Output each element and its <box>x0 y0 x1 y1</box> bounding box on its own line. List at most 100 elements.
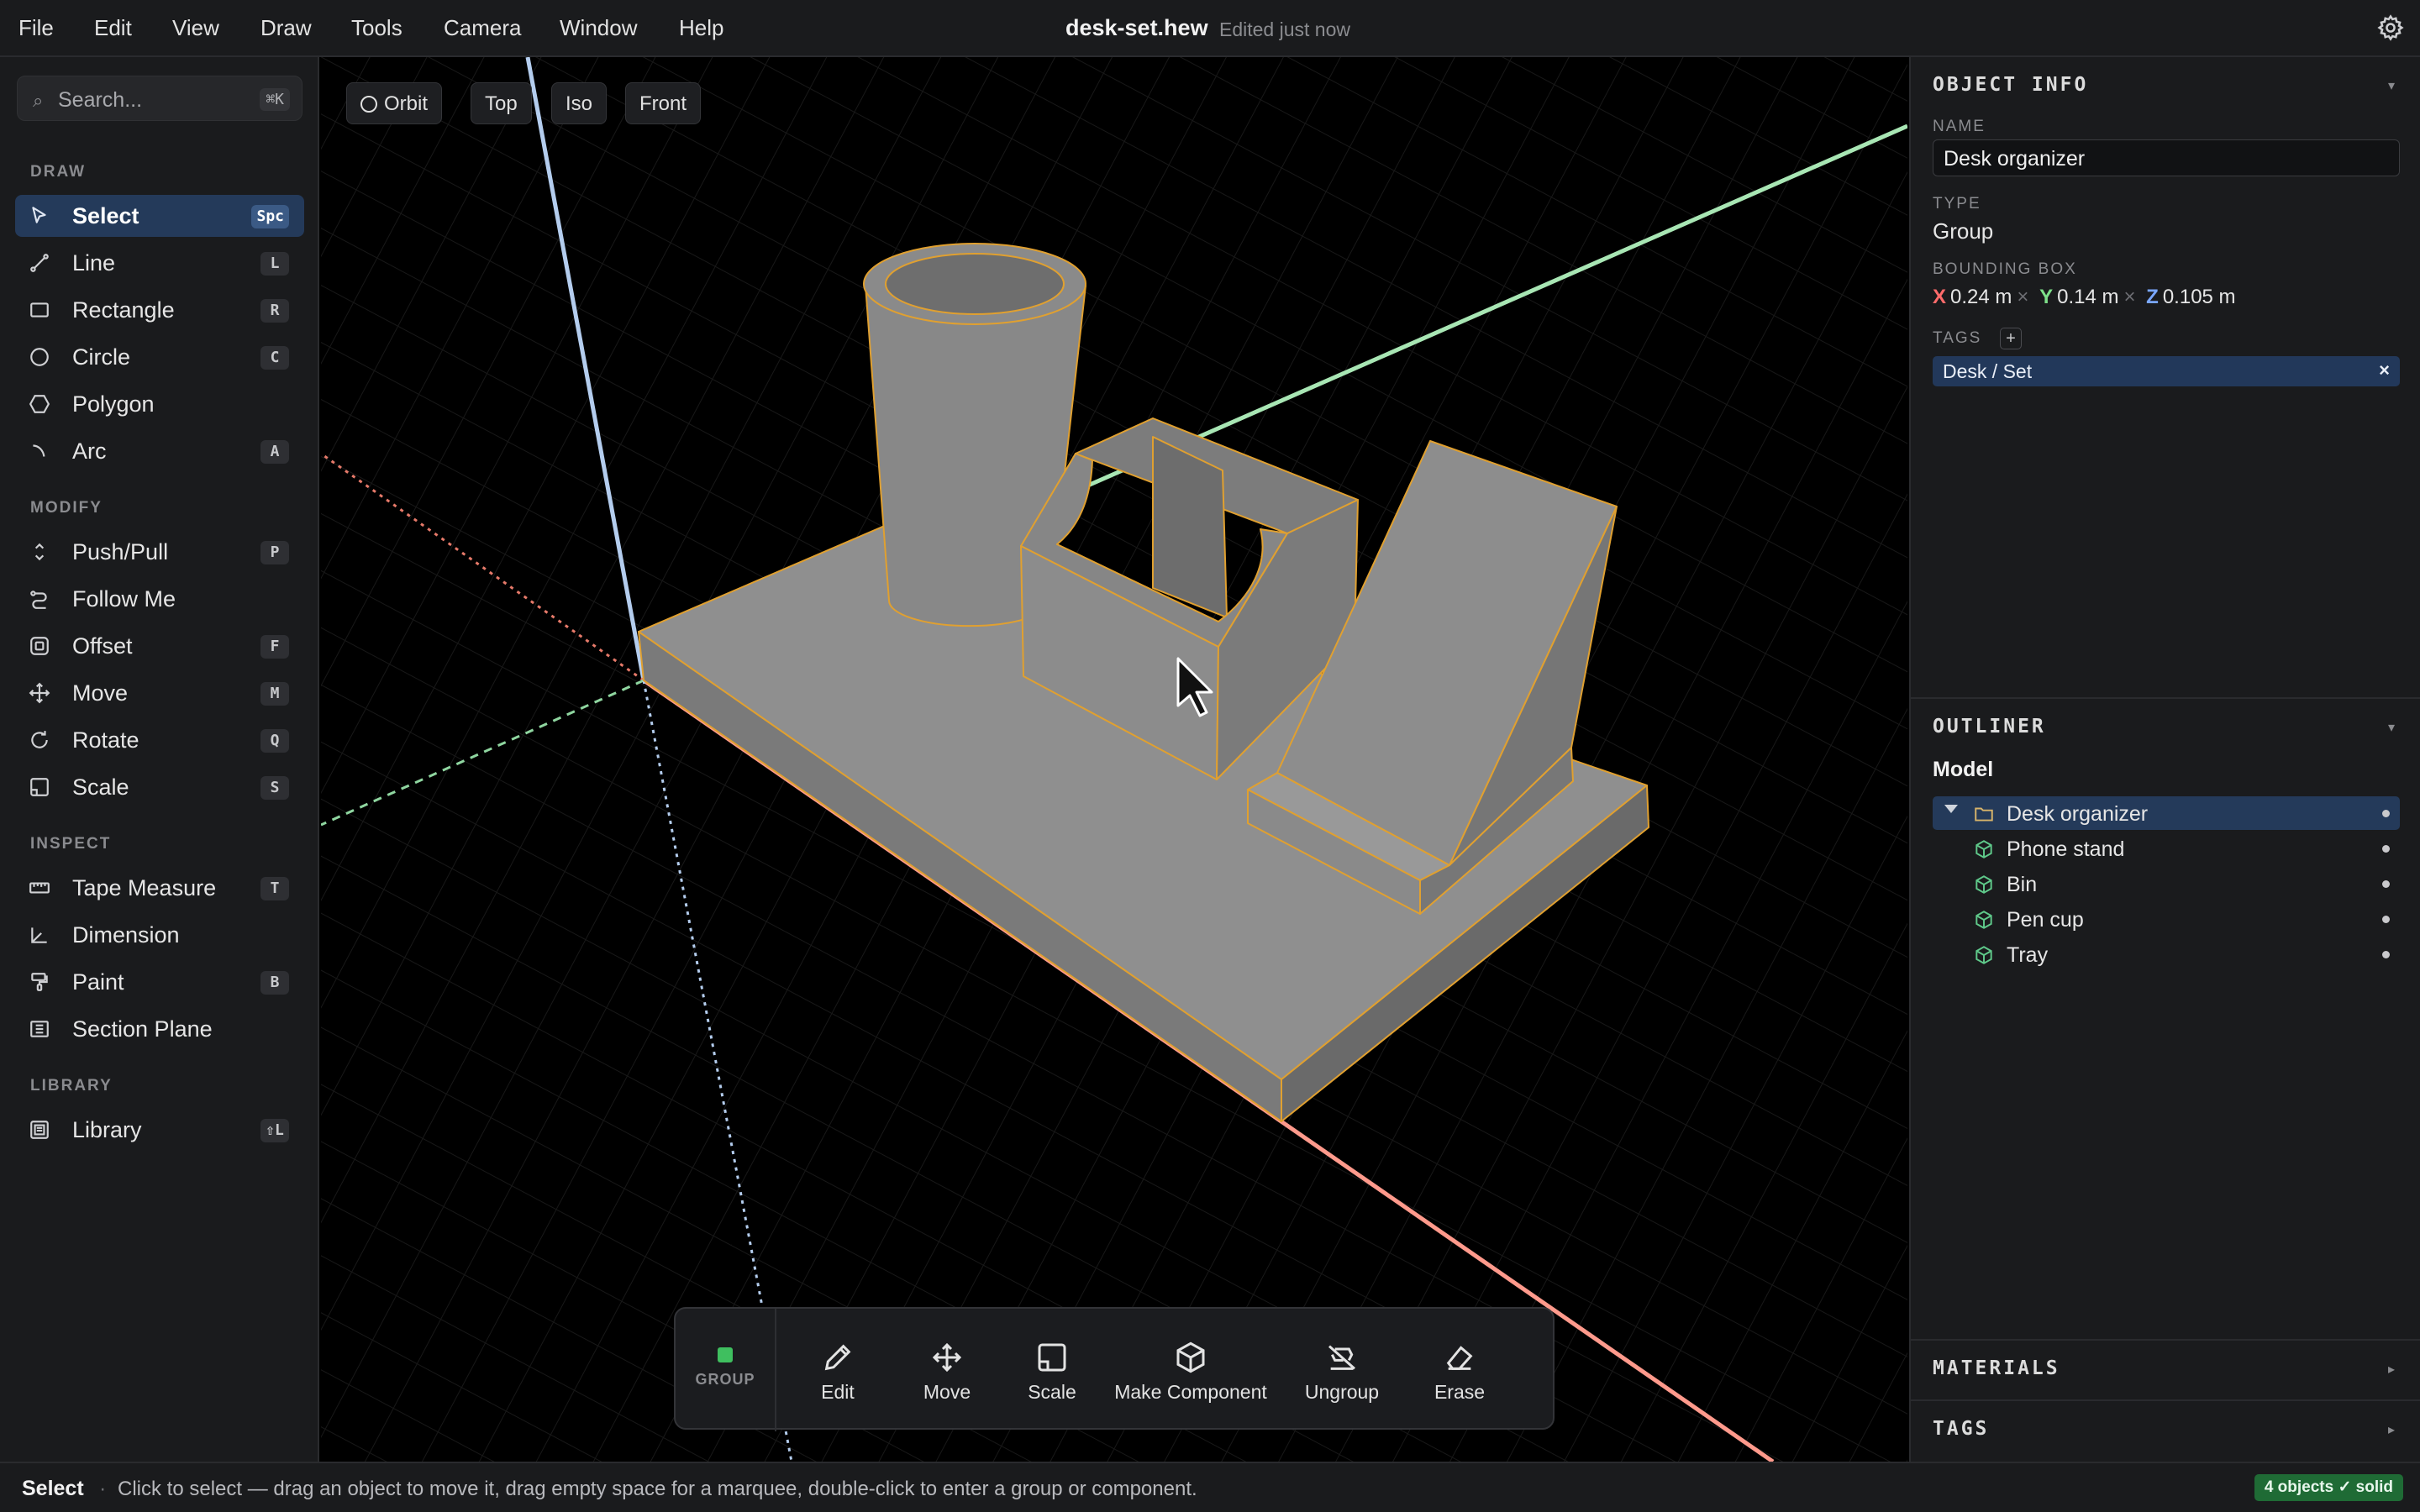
tool-move[interactable]: Move M <box>15 672 304 714</box>
visibility-dot[interactable] <box>2382 845 2390 853</box>
tool-sidebar: ⌕ Search... ⌘K DRAW Select Spc Line L Re… <box>0 57 319 1462</box>
tool-push-pull[interactable]: Push/Pull P <box>15 531 304 573</box>
materials-header[interactable]: MATERIALS <box>1933 1357 2060 1379</box>
name-label: NAME <box>1933 118 1986 135</box>
visibility-dot[interactable] <box>2382 880 2390 888</box>
line-icon <box>30 254 49 272</box>
tool-library[interactable]: Library ⇧L <box>15 1109 304 1151</box>
outliner-item-label: Bin <box>2007 873 2038 896</box>
tool-tape-measure[interactable]: Tape Measure T <box>15 867 304 909</box>
outliner-item-bin[interactable]: Bin <box>1933 867 2400 900</box>
section-label-modify: MODIFY <box>30 499 103 517</box>
shortcut-badge: Spc <box>251 205 289 228</box>
arc-icon <box>33 444 45 457</box>
view-iso-button[interactable]: Iso <box>551 82 608 124</box>
bbox-axis-z: Z <box>2146 286 2159 308</box>
outliner-item-desk-organizer[interactable]: Desk organizer <box>1933 796 2400 830</box>
menu-edit[interactable]: Edit <box>94 15 132 41</box>
action-scale-button[interactable]: Scale <box>1002 1309 1102 1431</box>
document-title: desk-set.hew <box>1065 15 1208 40</box>
expand-caret-icon[interactable]: ▸ <box>2388 1361 2395 1378</box>
tool-circle[interactable]: Circle C <box>15 336 304 378</box>
bounding-box-label: BOUNDING BOX <box>1933 260 2077 278</box>
tool-follow-me[interactable]: Follow Me <box>15 578 304 620</box>
tool-rotate[interactable]: Rotate Q <box>15 719 304 761</box>
view-top-button[interactable]: Top <box>471 82 532 124</box>
scale-icon <box>1038 1343 1066 1372</box>
component-cube-icon <box>1975 946 1992 964</box>
section-plane-icon <box>30 1021 49 1037</box>
times-sign: × <box>2123 286 2136 308</box>
visibility-dot[interactable] <box>2382 951 2390 958</box>
shortcut-badge: M <box>260 682 289 706</box>
collapse-caret-icon[interactable]: ▾ <box>2388 719 2395 736</box>
rectangle-icon <box>30 302 49 318</box>
expand-caret-icon[interactable]: ▸ <box>2388 1421 2395 1438</box>
move-icon <box>29 682 50 704</box>
scene-canvas[interactable] <box>321 57 1907 1462</box>
tool-select[interactable]: Select Spc <box>15 195 304 237</box>
menu-camera[interactable]: Camera <box>444 15 521 41</box>
divider <box>1911 1339 2420 1341</box>
tool-label: Push/Pull <box>72 539 169 564</box>
menu-window[interactable]: Window <box>560 15 637 41</box>
action-ungroup-button[interactable]: Ungroup <box>1279 1309 1405 1431</box>
bbox-axis-x: X <box>1933 286 1947 308</box>
visibility-dot[interactable] <box>2382 810 2390 817</box>
dimension-icon <box>31 927 47 943</box>
action-make-component-button[interactable]: Make Component <box>1102 1309 1279 1431</box>
add-tag-button[interactable]: + <box>2000 328 2022 349</box>
tool-dimension[interactable]: Dimension <box>15 914 304 956</box>
section-label-library: LIBRARY <box>30 1077 113 1095</box>
menu-view[interactable]: View <box>172 15 219 41</box>
object-name-field[interactable]: Desk organizer <box>1933 139 2400 176</box>
bounding-box-values: X 0.24 m × Y 0.14 m × Z 0.105 m <box>1933 286 2236 309</box>
action-erase-button[interactable]: Erase <box>1405 1309 1514 1431</box>
shortcut-badge: F <box>260 635 289 659</box>
scale-icon <box>30 778 49 796</box>
remove-tag-icon[interactable]: × <box>2379 360 2390 381</box>
tag-chip[interactable]: Desk / Set × <box>1933 356 2400 386</box>
tags-header[interactable]: TAGS <box>1933 1418 1989 1440</box>
tool-label: Arc <box>72 438 107 464</box>
menu-draw[interactable]: Draw <box>260 15 312 41</box>
outliner-item-phone-stand[interactable]: Phone stand <box>1933 832 2400 865</box>
section-label-draw: DRAW <box>30 163 87 181</box>
collapse-caret-icon[interactable]: ▾ <box>2388 77 2395 94</box>
bbox-value-y: 0.14 m <box>2057 286 2119 308</box>
tool-rectangle[interactable]: Rectangle R <box>15 289 304 331</box>
gear-icon[interactable] <box>2376 13 2405 42</box>
tool-offset[interactable]: Offset F <box>15 625 304 667</box>
tool-paint[interactable]: Paint B <box>15 961 304 1003</box>
search-input[interactable]: ⌕ Search... ⌘K <box>17 76 302 121</box>
cursor-arrow-icon <box>32 207 46 223</box>
action-edit-button[interactable]: Edit <box>783 1309 892 1431</box>
tool-line[interactable]: Line L <box>15 242 304 284</box>
type-label: TYPE <box>1933 195 1981 213</box>
visibility-dot[interactable] <box>2382 916 2390 923</box>
outliner-item-pen-cup[interactable]: Pen cup <box>1933 902 2400 936</box>
view-front-button[interactable]: Front <box>625 82 702 124</box>
outliner-item-tray[interactable]: Tray <box>1933 937 2400 971</box>
outliner-header[interactable]: OUTLINER <box>1933 716 2046 738</box>
component-cube-icon <box>1975 875 1992 894</box>
menu-help[interactable]: Help <box>679 15 723 41</box>
tape-measure-icon <box>29 882 50 894</box>
tool-label: Move <box>72 680 129 706</box>
tool-polygon[interactable]: Polygon <box>15 383 304 425</box>
search-icon: ⌕ <box>33 90 44 111</box>
action-label: Scale <box>1028 1381 1076 1403</box>
cube-icon <box>1176 1341 1205 1373</box>
object-info-header[interactable]: OBJECT INFO <box>1933 74 2088 96</box>
tool-arc[interactable]: Arc A <box>15 430 304 472</box>
menu-tools[interactable]: Tools <box>351 15 402 41</box>
tool-section-plane[interactable]: Section Plane <box>15 1008 304 1050</box>
3d-viewport[interactable]: Orbit Top Iso Front GROUP Edit Move Scal… <box>321 57 1907 1462</box>
action-label: Move <box>923 1381 971 1403</box>
action-move-button[interactable]: Move <box>892 1309 1002 1431</box>
tool-label: Tape Measure <box>72 875 217 900</box>
view-orbit-button[interactable]: Orbit <box>346 82 443 124</box>
expand-caret-icon[interactable] <box>1944 805 1958 813</box>
menu-file[interactable]: File <box>18 15 54 41</box>
tool-scale[interactable]: Scale S <box>15 766 304 808</box>
